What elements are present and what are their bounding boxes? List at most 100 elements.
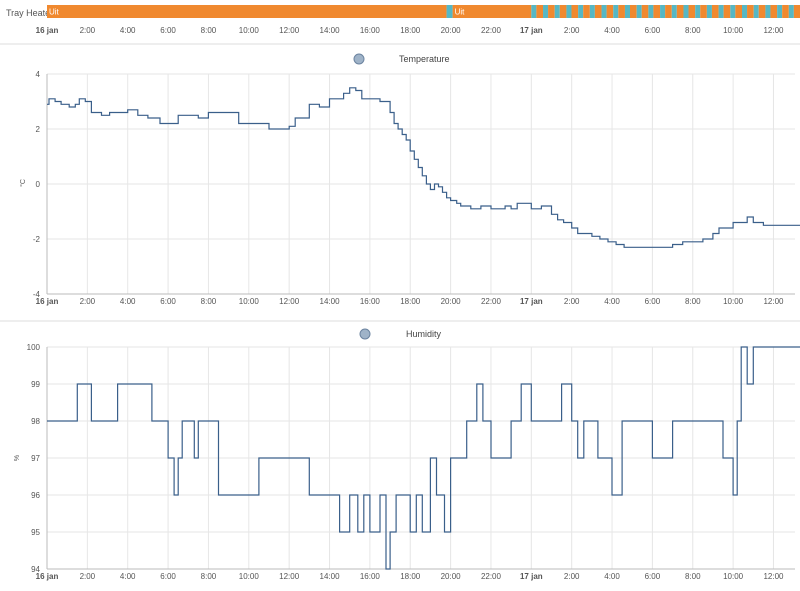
timeline-segment[interactable] [452, 5, 532, 18]
timeline-segment[interactable] [630, 5, 637, 18]
temperature-x-tick-label: 14:00 [320, 297, 341, 306]
timeline-segment[interactable] [777, 5, 783, 18]
timeline-x-tick-label: 12:00 [763, 26, 784, 35]
timeline-segment[interactable] [741, 5, 748, 18]
timeline-segment[interactable] [531, 5, 537, 18]
timeline-segment[interactable] [700, 5, 707, 18]
humidity-x-tick-label: 4:00 [604, 572, 620, 581]
timeline-segment[interactable] [606, 5, 614, 18]
temperature-x-tick-label: 4:00 [120, 297, 136, 306]
temperature-chart: Temperature °C 420-2-4 16 jan 2:00 4:00 6:0… [0, 53, 800, 322]
timeline-segment[interactable] [683, 5, 689, 18]
humidity-legend-dot [359, 328, 371, 340]
timeline-segment[interactable] [793, 5, 800, 18]
temperature-series-line[interactable] [47, 87, 800, 248]
humidity-x-tick-label: 22:00 [481, 572, 502, 581]
timeline-x-tick-label: 12:00 [279, 26, 300, 35]
temperature-legend-label: Temperature [399, 54, 450, 64]
humidity-x-tick-label: 17 jan [520, 572, 543, 581]
humidity-x-tick-label: 18:00 [400, 572, 421, 581]
humidity-x-tick-label: 12:00 [279, 572, 300, 581]
temperature-x-tick-label: 16 jan [36, 297, 59, 306]
timeline-segment[interactable] [618, 5, 625, 18]
timeline-segment[interactable] [641, 5, 649, 18]
timeline-segment[interactable] [624, 5, 631, 18]
humidity-y-tick-label: 98 [31, 417, 40, 426]
temperature-x-tick-label: 2:00 [564, 297, 580, 306]
humidity-x-tick-label: 2:00 [564, 572, 580, 581]
timeline-segment[interactable] [589, 5, 595, 18]
humidity-x-tick-label: 16 jan [36, 572, 59, 581]
timeline-segment[interactable] [782, 5, 789, 18]
timeline-segment[interactable] [648, 5, 654, 18]
humidity-x-tick-label: 8:00 [685, 572, 701, 581]
timeline-segment[interactable] [735, 5, 742, 18]
timeline-segment[interactable] [636, 5, 642, 18]
timeline-x-tick-label: 17 jan [520, 26, 543, 35]
timeline-segment[interactable] [601, 5, 607, 18]
timeline-segment[interactable] [765, 5, 771, 18]
humidity-chart: Humidity % 100999897969594 16 jan 2:00 4:0… [14, 328, 800, 581]
timeline-segment[interactable] [613, 5, 619, 18]
timeline-x-tick-label: 10:00 [723, 26, 744, 35]
timeline-segment[interactable] [711, 5, 719, 18]
timeline-segment[interactable] [578, 5, 584, 18]
timeline-segment[interactable] [571, 5, 579, 18]
timeline-segment[interactable] [706, 5, 712, 18]
humidity-y-tick-label: 96 [31, 491, 40, 500]
timeline-segment[interactable] [566, 5, 572, 18]
timeline-segment[interactable] [770, 5, 778, 18]
timeline-segment[interactable] [753, 5, 759, 18]
timeline-segment[interactable] [695, 5, 701, 18]
temperature-x-tick-label: 8:00 [201, 297, 217, 306]
timeline-segment[interactable] [559, 5, 567, 18]
timeline-segment[interactable] [688, 5, 696, 18]
humidity-y-axis: 100999897969594 [27, 343, 41, 574]
timeline-x-tick-label: 10:00 [239, 26, 260, 35]
temperature-x-tick-label: 12:00 [279, 297, 300, 306]
temperature-x-tick-label: 18:00 [400, 297, 421, 306]
timeline-segment[interactable] [536, 5, 544, 18]
humidity-x-tick-label: 6:00 [160, 572, 176, 581]
humidity-x-axis: 16 jan 2:00 4:00 6:00 8:00 10:00 12:00 14:00 16:… [36, 572, 784, 581]
temperature-legend[interactable]: Temperature [353, 53, 450, 65]
timeline-segment[interactable] [47, 5, 447, 18]
timeline-x-tick-label: 22:00 [481, 26, 502, 35]
temperature-y-tick-label: 4 [36, 70, 41, 79]
timeline-segment[interactable] [554, 5, 560, 18]
timeline-segment[interactable] [718, 5, 724, 18]
timeline-segment[interactable] [446, 5, 453, 18]
timeline-segment[interactable] [543, 5, 549, 18]
humidity-y-axis-label: % [14, 455, 21, 461]
humidity-x-tick-label: 16:00 [360, 572, 381, 581]
temperature-x-tick-label: 12:00 [763, 297, 784, 306]
timeline-segment[interactable] [747, 5, 754, 18]
timeline-bars[interactable]: Uit Uit [47, 5, 800, 18]
temperature-x-tick-label: 20:00 [441, 297, 462, 306]
humidity-x-tick-label: 6:00 [645, 572, 661, 581]
humidity-x-tick-label: 12:00 [763, 572, 784, 581]
humidity-grid [46, 346, 795, 570]
timeline-segment[interactable] [723, 5, 731, 18]
timeline-segment[interactable] [653, 5, 661, 18]
timeline-x-tick-label: 2:00 [564, 26, 580, 35]
timeline-segment[interactable] [671, 5, 677, 18]
temperature-y-tick-label: -2 [33, 235, 41, 244]
timeline-segment[interactable] [594, 5, 602, 18]
humidity-legend-label: Humidity [406, 329, 442, 339]
timeline-segment[interactable] [730, 5, 736, 18]
timeline-segment[interactable] [660, 5, 666, 18]
timeline-segment[interactable] [676, 5, 684, 18]
temperature-y-tick-label: 0 [36, 180, 41, 189]
timeline-segment[interactable] [788, 5, 794, 18]
temperature-grid [46, 73, 795, 295]
humidity-legend[interactable]: Humidity [359, 328, 442, 340]
timeline-x-tick-label: 6:00 [160, 26, 176, 35]
timeline-x-axis: 16 jan 2:00 4:00 6:00 8:00 10:00 12:00 14:00 16:… [36, 26, 784, 35]
timeline-segment[interactable] [665, 5, 672, 18]
timeline-segment[interactable] [548, 5, 555, 18]
timeline-segment[interactable] [583, 5, 590, 18]
timeline-segment[interactable] [758, 5, 766, 18]
temperature-x-tick-label: 2:00 [80, 297, 96, 306]
humidity-x-tick-label: 10:00 [239, 572, 260, 581]
